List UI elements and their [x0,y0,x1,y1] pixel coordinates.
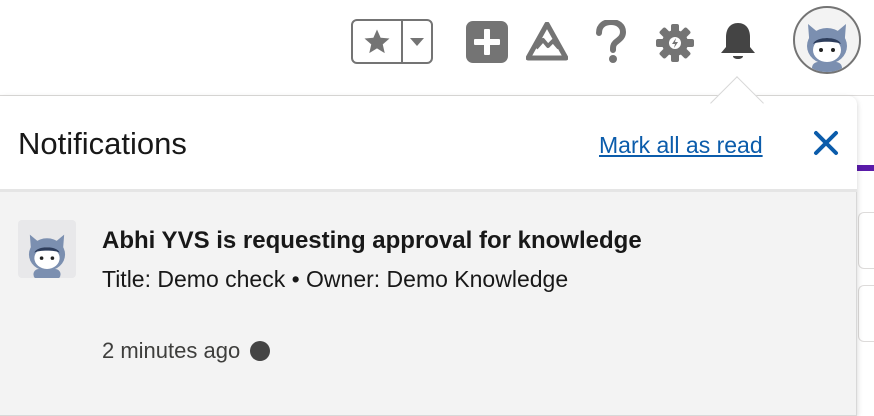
close-button[interactable] [812,129,840,157]
help-button[interactable] [594,20,628,64]
global-actions-button[interactable] [466,21,508,63]
bell-icon [721,23,755,59]
notification-body: Title: Demo check • Owner: Demo Knowledg… [102,266,569,292]
astro-avatar-icon [28,234,66,278]
astro-avatar-icon [807,24,847,72]
plus-icon [466,21,508,63]
mark-all-read-link[interactable]: Mark all as read [599,132,763,159]
chevron-down-icon [410,37,424,46]
background-field [858,212,874,269]
unread-indicator [250,341,271,361]
close-icon [814,131,838,155]
user-avatar-button[interactable] [793,6,861,74]
notification-timestamp: 2 minutes ago [102,338,241,363]
accent-bar [856,165,874,171]
gear-icon [656,24,694,62]
trailhead-button[interactable] [526,22,568,62]
panel-title: Notifications [18,126,187,161]
notification-avatar [18,220,76,278]
favorites-menu-button[interactable] [403,21,431,62]
favorites-button-group [351,19,433,64]
notifications-button[interactable] [718,21,758,63]
notification-item[interactable]: Abhi YVS is requesting approval for know… [0,195,857,404]
notification-time: 2 minutes ago [102,338,271,364]
trailhead-icon [526,22,568,61]
notification-title: Abhi YVS is requesting approval for know… [102,227,642,254]
setup-button[interactable] [656,24,694,62]
question-icon [596,20,627,63]
background-field [858,285,874,342]
star-icon [364,29,390,53]
favorites-button[interactable] [353,21,403,62]
